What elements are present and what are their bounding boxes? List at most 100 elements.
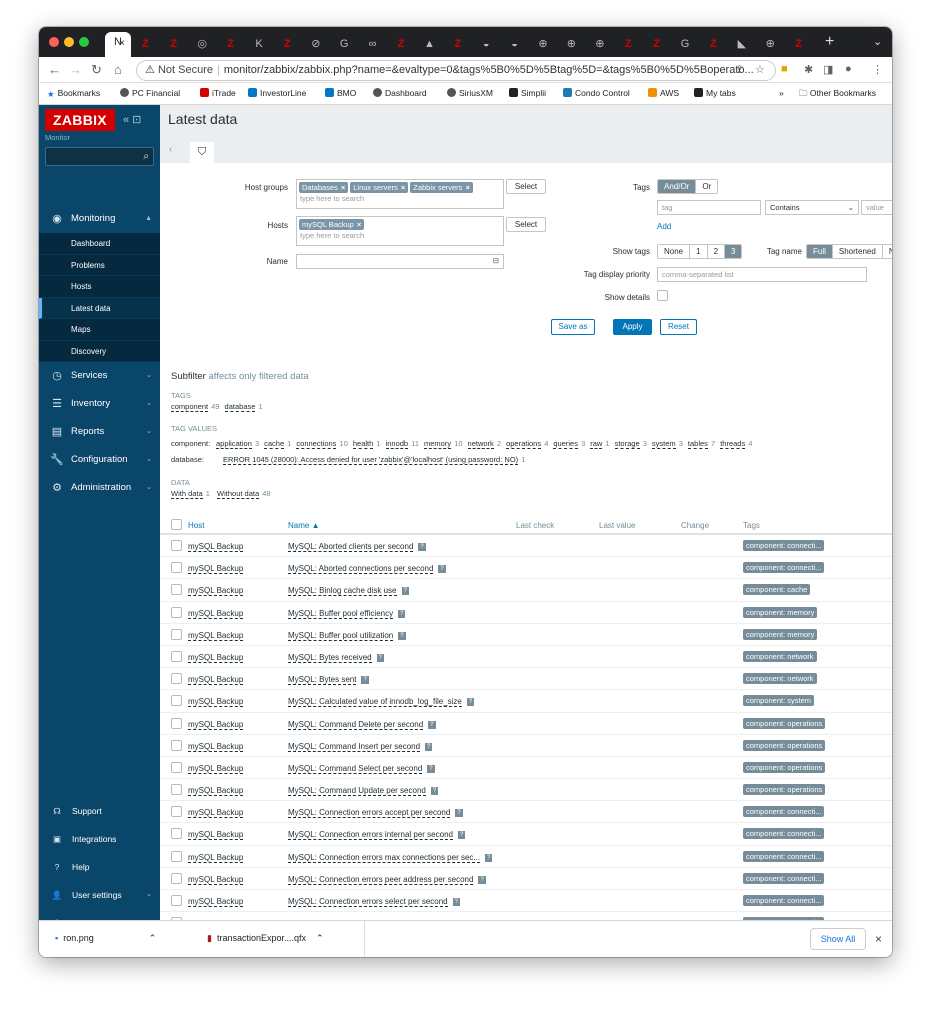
tag-badge[interactable]: component: cache [743,584,811,596]
browser-tab[interactable]: ◣ [730,34,754,54]
hosts-multiselect[interactable]: mySQL Backup × type here to search [296,216,504,246]
help-icon[interactable]: ? [452,898,460,906]
browser-tab[interactable]: ◒ [503,34,527,54]
menu-administration[interactable]: ⚙ Administration ⌄ [39,475,160,501]
row-checkbox[interactable] [171,895,182,906]
show-details-checkbox[interactable] [657,290,668,301]
browser-tab[interactable]: ∞ [361,34,385,54]
browser-tab[interactable]: K [247,34,271,54]
row-checkbox[interactable] [171,562,182,574]
close-window-button[interactable] [49,37,59,47]
show-tags-toggle[interactable]: None 1 2 3 [657,244,743,259]
host-link[interactable]: mySQL Backup [188,742,244,752]
tag-operator-select[interactable]: Contains ⌄ [765,200,859,215]
host-groups-select-button[interactable]: Select [506,179,546,194]
subfilter-value-link[interactable]: innodb [385,439,409,449]
row-checkbox[interactable] [171,739,182,751]
menu-support[interactable]: ☊ Support [39,798,160,824]
row-checkbox[interactable] [171,806,182,818]
new-tab-button[interactable]: + [825,33,834,51]
reset-button[interactable]: Reset [660,319,697,335]
host-link[interactable]: mySQL Backup [188,897,244,907]
filter-icon[interactable]: ⛉ [190,142,214,163]
help-icon[interactable]: ? [455,809,463,818]
host-link[interactable]: mySQL Backup [188,720,244,730]
item-name-link[interactable]: MySQL: Connection errors internal per se… [288,830,453,841]
host-link[interactable]: mySQL Backup [188,675,244,686]
tags-evaltype-toggle[interactable]: And/Or Or [657,179,719,194]
row-checkbox[interactable] [171,717,182,729]
tag-badge[interactable]: component: connecti... [743,872,825,884]
tag-badge[interactable]: component: connecti... [743,895,825,906]
save-as-button[interactable]: Save as [551,319,595,335]
subfilter-value-link[interactable]: tables [687,439,708,449]
help-icon[interactable]: ? [427,764,435,773]
browser-tab[interactable]: G [673,34,697,54]
subfilter-value-link[interactable]: network [467,439,494,449]
help-icon[interactable]: ? [428,720,436,729]
subfilter-value-link[interactable]: application [216,439,252,449]
host-group-chip[interactable]: Linux servers × [350,182,409,193]
tag-value-input[interactable]: value [861,200,892,215]
bookmark-condo-control[interactable]: Condo Control [563,88,630,98]
help-icon[interactable]: ? [418,543,426,551]
subfilter-value-link[interactable]: health [352,439,374,449]
sidebar-search-input[interactable]: ⌕ [45,147,154,166]
bookmark-aws[interactable]: AWS [648,88,679,98]
host-link[interactable]: mySQL Backup [188,764,244,774]
puzzle-icon[interactable]: ✱ [804,63,813,76]
subfilter-value-link[interactable]: threads [720,439,746,449]
help-icon[interactable]: ? [478,875,486,884]
browser-tab[interactable]: ⊕ [559,34,583,54]
subfilter-value-link[interactable]: system [651,439,676,449]
row-checkbox[interactable] [171,540,182,551]
column-host[interactable]: Host [188,521,204,530]
host-link[interactable]: mySQL Backup [188,697,244,708]
menu-reports[interactable]: ▤ Reports ⌄ [39,419,160,445]
back-icon[interactable]: ← [48,62,61,77]
subfilter-value-link[interactable]: memory [424,439,452,449]
row-checkbox[interactable] [171,784,182,796]
tag-badge[interactable]: component: memory [743,628,818,640]
name-input[interactable]: ⊟ [296,254,504,269]
subfilter-value-link[interactable]: operations [506,439,542,449]
tab-search-icon[interactable]: ⌄ [873,35,882,48]
sidepanel-icon[interactable]: ◨ [823,63,833,76]
menu-monitoring[interactable]: ◉ Monitoring ▲ [39,206,160,232]
menu-inventory[interactable]: ☰ Inventory ⌄ [39,391,160,417]
collapse-sidebar-icon[interactable]: « ⊡ [123,113,141,126]
select-all-checkbox[interactable] [171,519,182,530]
tag-badge[interactable]: component: network [743,673,817,685]
browser-tab[interactable]: Z [162,34,186,54]
host-link[interactable]: mySQL Backup [188,853,244,863]
item-name-link[interactable]: MySQL: Aborted connections per second [288,564,434,575]
subfilter-value-link[interactable]: storage [614,439,640,449]
help-icon[interactable]: ? [425,742,433,751]
browser-tab[interactable]: G [332,34,356,54]
tag-badge[interactable]: component: operations [743,761,826,773]
item-name-link[interactable]: MySQL: Buffer pool utilization [288,630,394,641]
tag-badge[interactable]: component: operations [743,717,826,729]
subfilter-value-link[interactable]: connections [296,439,337,449]
browser-tab[interactable]: ◒ [474,34,498,54]
row-checkbox[interactable] [171,695,182,707]
host-link[interactable]: mySQL Backup [188,564,244,575]
browser-tab[interactable]: ◎ [190,34,214,54]
zabbix-logo[interactable]: ZABBIX [45,109,115,131]
tag-badge[interactable]: component: operations [743,784,826,796]
browser-tab[interactable]: Z [616,34,640,54]
help-icon[interactable]: ? [430,787,439,796]
row-checkbox[interactable] [171,761,182,773]
column-name[interactable]: Name ▲ [288,521,319,530]
item-name-link[interactable]: MySQL: Command Delete per second [288,719,424,730]
zoom-window-button[interactable] [79,37,89,47]
help-icon[interactable]: ? [376,653,384,662]
item-name-link[interactable]: MySQL: Command Update per second [288,786,426,797]
avatar[interactable]: ● [845,63,852,75]
hosts-select-button[interactable]: Select [506,217,546,232]
browser-tab[interactable]: ⊕ [588,34,612,54]
subfilter-tag-link[interactable]: component [171,402,209,412]
row-checkbox[interactable] [171,606,182,618]
help-icon[interactable]: ? [485,853,493,862]
forward-icon[interactable]: → [69,62,82,77]
